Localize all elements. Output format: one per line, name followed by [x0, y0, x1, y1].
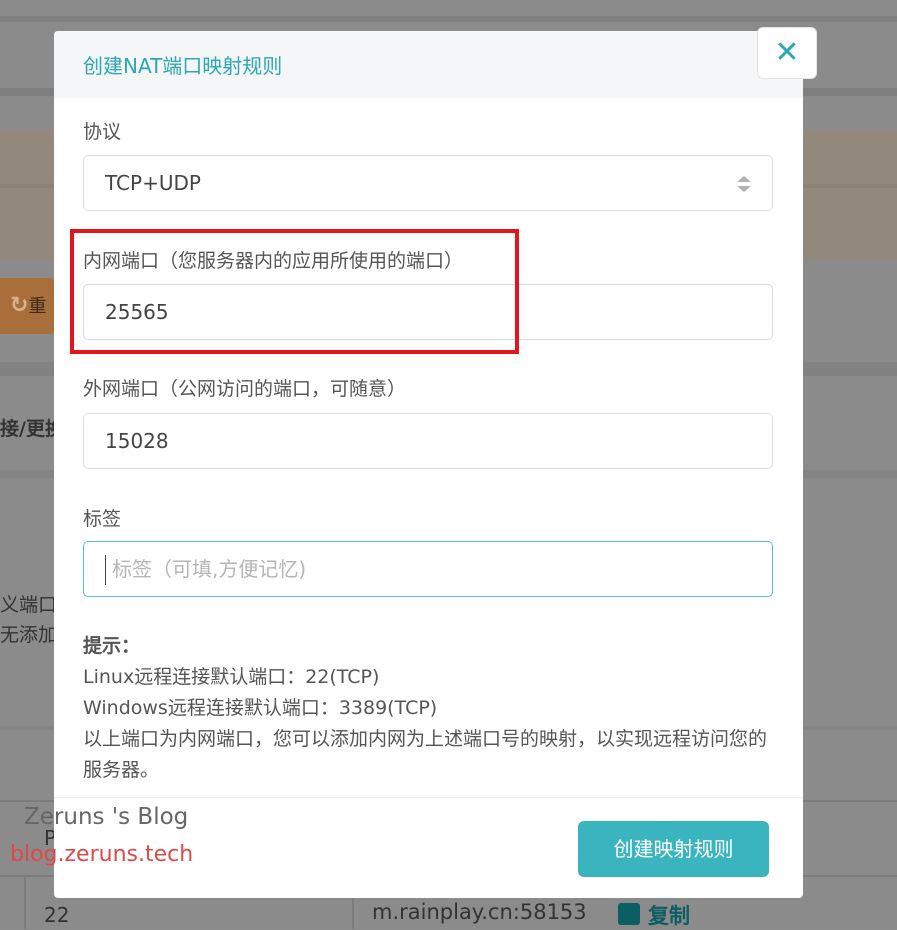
copy-icon — [618, 903, 640, 925]
external-port-field[interactable] — [83, 413, 773, 469]
bg-refresh-label: 重 — [28, 296, 47, 317]
tag-input[interactable] — [105, 542, 752, 596]
external-port-input[interactable] — [105, 414, 745, 468]
tips-title: 提示： — [83, 635, 141, 657]
text-caret — [105, 555, 106, 585]
dialog-header: 创建NAT端口映射规则 — [54, 31, 803, 98]
watermark-blog-url: blog.zeruns.tech — [10, 842, 194, 867]
bg-note: 无添加 — [0, 624, 58, 646]
highlight-annotation — [70, 229, 519, 354]
bg-divider — [0, 16, 897, 22]
bg-copy-button: 复制 — [618, 900, 690, 930]
create-nat-rule-dialog: 创建NAT端口映射规则 协议 TCP+UDP 内网端口（您服务器内的应用所使用的… — [54, 31, 803, 898]
protocol-select[interactable]: TCP+UDP — [83, 155, 773, 211]
protocol-label: 协议 — [83, 121, 122, 143]
close-dialog-button[interactable]: ✕ — [758, 28, 816, 78]
bg-table-divider — [24, 877, 26, 929]
bg-note: 义端口 — [0, 594, 58, 616]
refresh-icon: ↻ — [10, 293, 29, 318]
dialog-title: 创建NAT端口映射规则 — [83, 54, 283, 78]
external-port-label: 外网端口（公网访问的端口，可随意） — [83, 378, 407, 400]
dialog-footer-divider — [54, 797, 803, 798]
tag-label: 标签 — [83, 508, 122, 530]
watermark-blog-name: Zeruns 's Blog — [24, 804, 189, 830]
bg-table-cell-host: m.rainplay.cn:58153 — [372, 900, 587, 924]
bg-copy-label: 复制 — [648, 904, 690, 928]
tag-field[interactable] — [83, 541, 773, 597]
tips-line: Windows远程连接默认端口：3389(TCP) — [83, 697, 438, 719]
tips-line: 以上端口为内网端口，您可以添加内网为上述端口号的映射，以实现远程访问您的服务器。 — [83, 728, 768, 781]
close-icon: ✕ — [774, 35, 800, 70]
protocol-select-value: TCP+UDP — [105, 171, 201, 195]
bg-table-cell-port: 22 — [44, 903, 70, 927]
bg-refresh-button: ↻重 — [0, 278, 54, 334]
create-rule-button[interactable]: 创建映射规则 — [578, 821, 769, 877]
tips-line: Linux远程连接默认端口：22(TCP) — [83, 666, 380, 688]
select-arrows-icon — [737, 176, 751, 192]
tips-section: 提示： Linux远程连接默认端口：22(TCP) Windows远程连接默认端… — [83, 631, 783, 786]
